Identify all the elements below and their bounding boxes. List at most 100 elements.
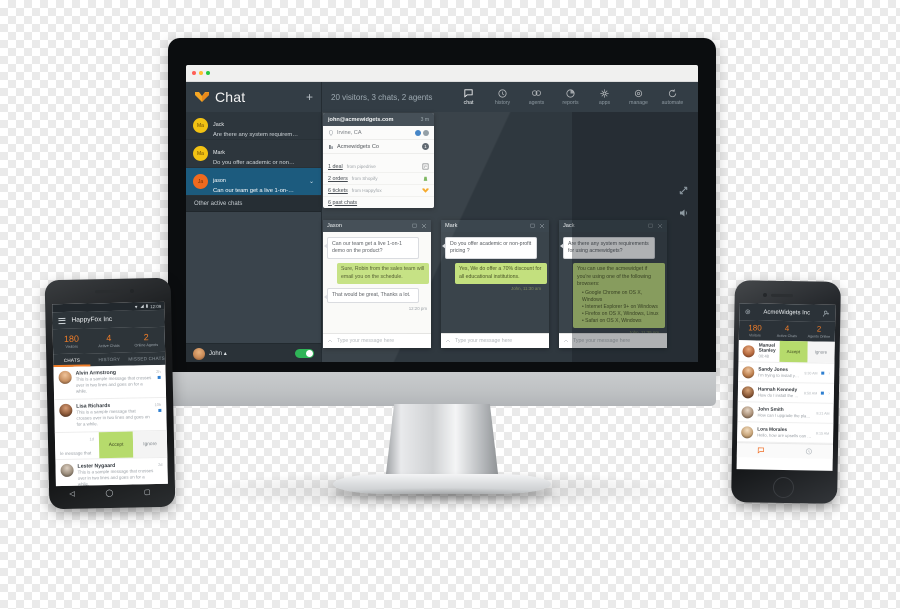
- message-input[interactable]: Type your message here: [455, 338, 512, 344]
- accept-button[interactable]: Accept: [779, 340, 808, 363]
- app-title: HappyFox Inc: [71, 315, 113, 324]
- avatar: [58, 370, 72, 385]
- swiped-item-stub: 1d le message that crosses s and goes on…: [55, 432, 100, 459]
- expand-diagonal-icon[interactable]: [677, 184, 690, 197]
- front-camera-icon: [129, 288, 135, 294]
- minimize-icon[interactable]: [412, 223, 418, 229]
- list-item[interactable]: Lisa Richards This is a sample message t…: [54, 397, 167, 434]
- integration-source: from Happyfox: [351, 188, 382, 193]
- list-item-time: 1d: [89, 436, 94, 442]
- agents-icon: [531, 90, 542, 96]
- close-traffic-light-icon[interactable]: [192, 71, 196, 75]
- integration-link[interactable]: 6 tickets: [328, 188, 348, 194]
- tab-automate[interactable]: automate: [656, 88, 689, 106]
- android-nav-bar: ◁ ◯ ▢: [54, 484, 166, 502]
- caret-up-icon[interactable]: [563, 338, 569, 344]
- fox-logo-icon: [195, 92, 209, 102]
- list-item: Google Chrome on OS X, Windows: [582, 290, 661, 304]
- sidebar-chat-item[interactable]: Ma Mark Do you offer academic or non…: [186, 140, 321, 168]
- integration-link[interactable]: 2 orders: [328, 176, 348, 182]
- monitor-chin: [168, 372, 716, 406]
- avatar: [60, 463, 74, 478]
- stat-active-chats: 4 Active Chats: [90, 328, 128, 354]
- list-item[interactable]: Hannah Kennedy How do I install the chat…: [737, 382, 835, 404]
- sidebar-chat-item[interactable]: Ma Jack Are there any system requirem…: [186, 112, 321, 140]
- message-input[interactable]: Type your message here: [573, 338, 630, 344]
- iphone-app-header: AcmeWidgets Inc: [739, 303, 836, 322]
- availability-toggle[interactable]: [295, 349, 314, 358]
- add-person-icon[interactable]: [822, 309, 830, 317]
- chevron-right-icon[interactable]: ›: [829, 370, 831, 376]
- visitor-integration-row[interactable]: 2 orders from Shopify: [323, 173, 434, 185]
- tab-label: reports: [562, 100, 579, 106]
- recents-square-icon[interactable]: ▢: [144, 488, 151, 496]
- tab-history[interactable]: history: [486, 88, 519, 106]
- chat-item-message: Can our team get a live 1-on-…: [213, 187, 294, 194]
- tab-chat[interactable]: [737, 443, 785, 458]
- caret-up-icon[interactable]: [445, 338, 451, 344]
- tab-reports[interactable]: reports: [554, 88, 587, 106]
- list-item-time: 2h: [156, 368, 161, 375]
- close-icon[interactable]: [539, 223, 545, 229]
- home-circle-icon[interactable]: ◯: [105, 489, 113, 497]
- list-item-text: John Smith How can I upgrade the plan? T…: [757, 407, 812, 418]
- avatar: [741, 425, 754, 438]
- maximize-traffic-light-icon[interactable]: [206, 71, 210, 75]
- list-item[interactable]: Lora Morales Hello, how are upsells can …: [737, 422, 834, 444]
- list-item[interactable]: Sandy Jones I'm trying to install your c…: [738, 362, 835, 384]
- ignore-button[interactable]: Ignore: [132, 430, 168, 458]
- past-chats-row[interactable]: 6 past chats: [323, 197, 434, 208]
- tab-history[interactable]: HISTORY: [90, 353, 128, 367]
- wifi-icon: ▼: [133, 303, 139, 309]
- avatar: [742, 365, 755, 378]
- agent-name[interactable]: John ▴: [209, 350, 227, 357]
- stat-visitors: 180 Visitors: [53, 328, 91, 354]
- minimize-icon[interactable]: [648, 223, 654, 229]
- minimize-traffic-light-icon[interactable]: [199, 71, 203, 75]
- tab-history[interactable]: [785, 444, 833, 459]
- message-bubble-outgoing: Yes, We do offer a 70% discount for all …: [455, 263, 547, 284]
- sidebar-chat-item-selected[interactable]: Ja jason Can our team get a live 1-on-… …: [186, 168, 321, 196]
- chevron-down-icon[interactable]: ⌄: [309, 178, 314, 185]
- speaker-volume-icon[interactable]: [678, 207, 690, 219]
- sidebar: Chat + Ma Jack Are there any system requ…: [186, 82, 322, 362]
- minimize-icon[interactable]: [530, 223, 536, 229]
- tab-missed-chats[interactable]: MISSED CHATS: [128, 352, 166, 366]
- past-chats-link[interactable]: 6 past chats: [328, 200, 357, 206]
- list-item[interactable]: John Smith How can I upgrade the plan? T…: [737, 402, 834, 424]
- stat-value: 180: [63, 333, 80, 344]
- chat-window-title: Jason: [327, 223, 342, 229]
- stat-label: Agents Online: [807, 334, 831, 339]
- chat-window-body: Can our team get a live 1-on-1 demo on t…: [323, 232, 431, 333]
- accept-button[interactable]: Accept: [98, 431, 134, 459]
- back-triangle-icon[interactable]: ◁: [69, 490, 75, 498]
- pie-chart-icon: [566, 89, 575, 98]
- tab-chats[interactable]: CHATS: [53, 353, 91, 367]
- caret-up-icon[interactable]: [327, 338, 333, 344]
- message-input[interactable]: Type your message here: [337, 338, 394, 344]
- plus-icon[interactable]: +: [306, 91, 313, 103]
- tab-label: agents: [528, 100, 545, 106]
- sidebar-header: Chat +: [186, 82, 321, 112]
- tab-agents[interactable]: agents: [520, 88, 553, 106]
- hamburger-menu-icon[interactable]: [58, 317, 66, 324]
- integration-link[interactable]: 1 deal: [328, 164, 343, 170]
- chevron-right-icon[interactable]: ›: [828, 390, 830, 396]
- tab-manage[interactable]: manage: [622, 88, 655, 106]
- list-item[interactable]: Alvin Armstrong This is a sample message…: [53, 364, 167, 401]
- svg-text:P: P: [424, 165, 427, 169]
- chat-item-message: Do you offer academic or non…: [213, 159, 295, 166]
- list-item[interactable]: Lester Nygaard This is a sample message …: [55, 457, 168, 487]
- list-item-time: 8:50 AM: [804, 390, 818, 396]
- tab-label: apps: [598, 100, 611, 106]
- tab-chat[interactable]: chat: [452, 88, 485, 106]
- list-item-message: 00:48: [758, 353, 770, 359]
- stat-label: Active Chats: [98, 343, 120, 349]
- close-icon[interactable]: [421, 223, 427, 229]
- chat-item-name: Mark: [213, 149, 225, 156]
- visitor-integration-row[interactable]: 6 tickets from Happyfox: [323, 185, 434, 197]
- tab-apps[interactable]: apps: [588, 88, 621, 106]
- ignore-button[interactable]: Ignore: [806, 341, 835, 363]
- visitor-integration-row[interactable]: 1 deal from pipedrive P: [323, 161, 434, 173]
- close-icon[interactable]: [657, 223, 663, 229]
